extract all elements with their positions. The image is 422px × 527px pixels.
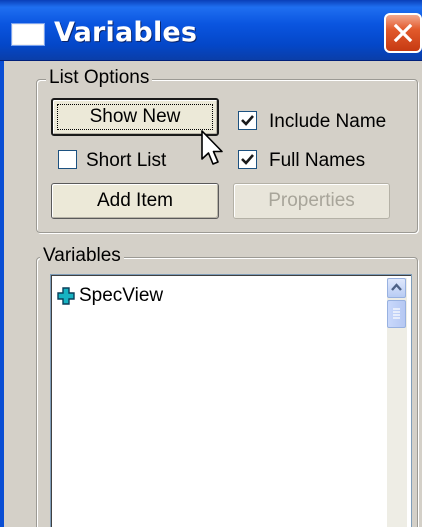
list-item-label: SpecView xyxy=(79,285,164,306)
short-list-label: Short List xyxy=(86,150,167,171)
show-new-button[interactable]: Show New xyxy=(51,98,219,136)
close-button[interactable] xyxy=(384,13,422,53)
variables-legend: Variables xyxy=(40,245,124,267)
show-new-label: Show New xyxy=(89,106,181,127)
full-names-label: Full Names xyxy=(269,150,366,171)
checkmark-icon xyxy=(241,115,254,126)
chevron-up-icon xyxy=(391,283,402,291)
short-list-checkbox[interactable] xyxy=(58,150,77,169)
plus-icon xyxy=(57,287,75,305)
include-name-checkbox[interactable] xyxy=(238,111,257,130)
title-bar[interactable]: Variables xyxy=(0,0,422,61)
list-options-legend: List Options xyxy=(46,67,153,89)
variables-window: Variables List Options Show New Include … xyxy=(0,0,422,527)
variables-list[interactable]: SpecView xyxy=(50,274,412,527)
window-body: List Options Show New Include Name Short… xyxy=(0,61,422,527)
scroll-thumb[interactable] xyxy=(387,300,406,328)
include-name-label: Include Name xyxy=(269,111,387,132)
close-icon xyxy=(393,23,413,43)
grip-icon xyxy=(393,308,400,319)
mouse-cursor-icon xyxy=(201,130,223,165)
checkmark-icon xyxy=(241,154,254,165)
add-item-label: Add Item xyxy=(96,190,174,211)
window-icon xyxy=(12,24,44,45)
vertical-scrollbar[interactable] xyxy=(387,278,407,527)
properties-button[interactable]: Properties xyxy=(233,183,390,219)
full-names-checkbox[interactable] xyxy=(238,150,257,169)
scroll-up-button[interactable] xyxy=(387,278,406,298)
properties-label: Properties xyxy=(268,190,355,211)
window-title: Variables xyxy=(54,17,198,48)
add-item-button[interactable]: Add Item xyxy=(51,183,219,219)
